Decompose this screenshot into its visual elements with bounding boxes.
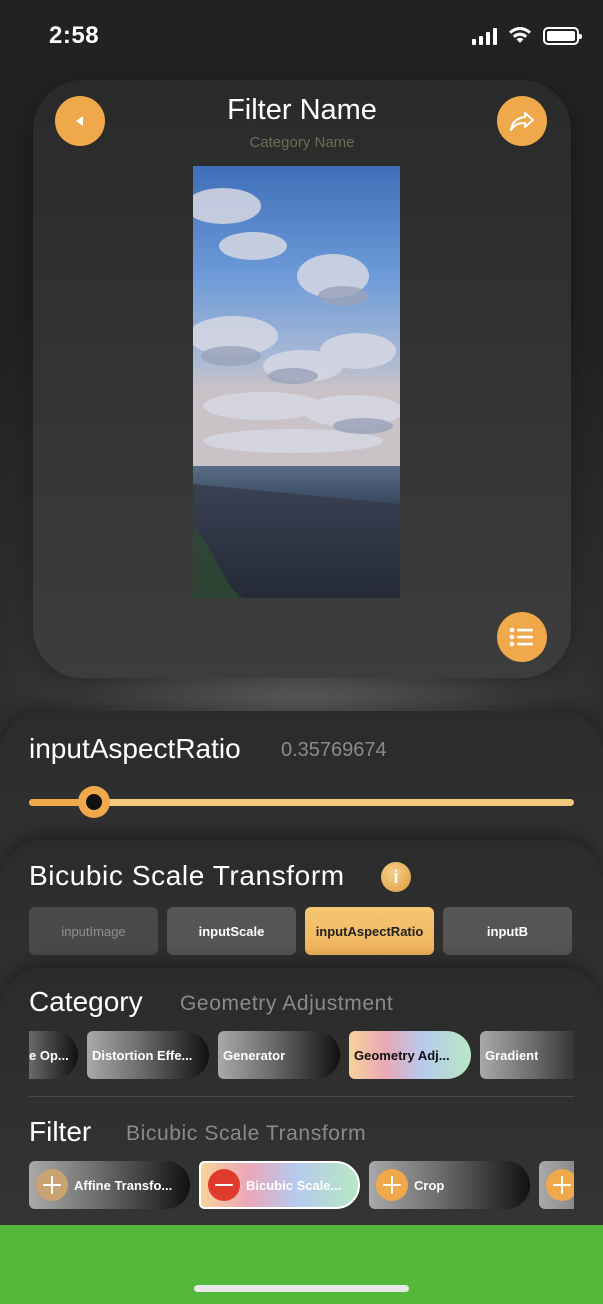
- status-bar: 2:58: [0, 0, 603, 72]
- parameter-value: 0.35769674: [281, 739, 387, 761]
- category-subtitle: Category Name: [249, 134, 355, 151]
- parameter-name: inputAspectRatio: [29, 733, 241, 764]
- preview-card: Filter Name Category Name: [33, 80, 571, 678]
- category-chip[interactable]: e Op...: [29, 1031, 78, 1079]
- filter-chip[interactable]: [539, 1161, 574, 1209]
- cellular-signal-icon: [472, 27, 497, 45]
- category-value: Geometry Adjustment: [180, 992, 394, 1015]
- tab-input-aspect-ratio[interactable]: inputAspectRatio: [305, 907, 434, 955]
- category-chip[interactable]: Generator: [218, 1031, 340, 1079]
- filter-chip-row: Affine Transfo... Bicubic Scale... Crop: [29, 1161, 574, 1211]
- info-icon[interactable]: i: [381, 862, 411, 892]
- browser-panel: Category Geometry Adjustment e Op... Dis…: [0, 968, 603, 1228]
- filtered-image: [193, 166, 400, 598]
- category-chip-selected[interactable]: Geometry Adj...: [349, 1031, 471, 1079]
- wifi-icon: [509, 27, 531, 43]
- filter-title: Filter Name: [227, 94, 377, 126]
- filter-value: Bicubic Scale Transform: [126, 1122, 367, 1145]
- category-chip[interactable]: Distortion Effe...: [87, 1031, 209, 1079]
- add-icon[interactable]: [36, 1169, 68, 1201]
- share-icon: [510, 112, 534, 131]
- tab-input-b[interactable]: inputB: [443, 907, 572, 955]
- filter-chip[interactable]: Affine Transfo...: [29, 1161, 190, 1209]
- battery-icon: [543, 26, 582, 45]
- remove-icon[interactable]: [208, 1169, 240, 1201]
- status-icons: [472, 26, 582, 45]
- share-button[interactable]: [497, 96, 547, 146]
- home-indicator: [194, 1285, 409, 1292]
- filter-label: Filter: [29, 1116, 92, 1147]
- filter-chip-selected[interactable]: Bicubic Scale...: [199, 1161, 360, 1209]
- add-icon[interactable]: [546, 1169, 574, 1201]
- filter-chip[interactable]: Crop: [369, 1161, 530, 1209]
- parameter-slider[interactable]: [29, 786, 574, 818]
- list-icon: [509, 627, 533, 647]
- category-chip-row: e Op... Distortion Effe... Generator Geo…: [29, 1031, 574, 1079]
- category-label: Category: [29, 986, 143, 1017]
- tab-input-image[interactable]: inputImage: [29, 907, 158, 955]
- category-chip[interactable]: Gradient: [480, 1031, 574, 1079]
- slider-thumb[interactable]: [78, 786, 111, 818]
- filter-list-button[interactable]: [497, 612, 547, 662]
- bottom-bar: [0, 1225, 603, 1304]
- add-icon[interactable]: [376, 1169, 408, 1201]
- parameter-tabs: inputImage inputScale inputAspectRatio i…: [29, 907, 572, 955]
- status-time: 2:58: [49, 22, 100, 49]
- tab-input-scale[interactable]: inputScale: [167, 907, 296, 955]
- filter-name-heading: Bicubic Scale Transform: [29, 860, 345, 891]
- divider: [29, 1096, 574, 1097]
